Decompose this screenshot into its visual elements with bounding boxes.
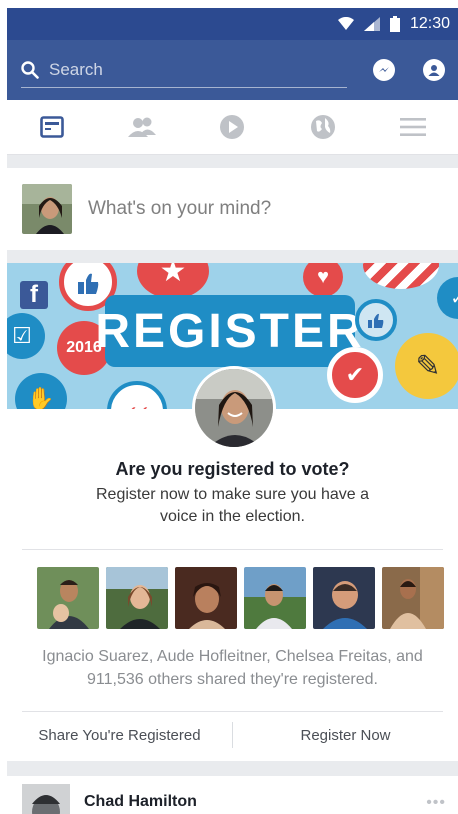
heart-badge: ♥ bbox=[303, 263, 343, 297]
status-time: 12:30 bbox=[409, 15, 450, 32]
feed-post: Chad Hamilton ••• bbox=[7, 776, 458, 814]
divider bbox=[22, 549, 443, 550]
arrow-badge: ✓ bbox=[437, 277, 458, 319]
feed-separator bbox=[7, 155, 458, 168]
status-bar: 12:30 bbox=[7, 8, 458, 40]
facebook-logo: f bbox=[20, 281, 48, 309]
friend-photo[interactable] bbox=[313, 567, 375, 629]
search-input[interactable] bbox=[49, 59, 319, 80]
composer-prompt: What's on your mind? bbox=[88, 198, 272, 219]
star-badge: ★ bbox=[137, 263, 209, 299]
globe-icon bbox=[310, 115, 335, 139]
hands-badge: ✋ bbox=[15, 373, 67, 409]
register-title: Are you registered to vote? bbox=[115, 459, 350, 479]
search-box[interactable] bbox=[21, 52, 347, 88]
post-author-name[interactable]: Chad Hamilton bbox=[84, 793, 197, 811]
friend-requests-icon[interactable] bbox=[423, 59, 445, 81]
battery-icon bbox=[389, 16, 400, 32]
stripes-badge bbox=[363, 263, 439, 289]
friend-photo[interactable] bbox=[175, 567, 237, 629]
register-subtitle: Register now to make sure you have a voi… bbox=[95, 486, 370, 525]
signal-icon bbox=[363, 17, 380, 31]
top-bar bbox=[7, 40, 458, 100]
feed-separator bbox=[7, 250, 458, 263]
register-banner-text: REGISTER bbox=[95, 295, 362, 367]
more-options-icon[interactable]: ••• bbox=[426, 794, 446, 812]
friend-photo[interactable] bbox=[106, 567, 168, 629]
tab-friends[interactable] bbox=[112, 102, 172, 152]
video-play-icon bbox=[220, 115, 245, 139]
friend-photos bbox=[37, 567, 444, 629]
voter-registration-card: f ★ ♥ ☑ 2016 REGISTER ✔ ✎ ✋ ✔✔ ✓ Are you… bbox=[7, 263, 458, 761]
tab-video[interactable] bbox=[202, 102, 262, 152]
friends-icon bbox=[128, 117, 157, 137]
feed-separator bbox=[7, 761, 458, 776]
search-icon bbox=[21, 60, 39, 79]
tab-news-feed[interactable] bbox=[22, 102, 82, 152]
share-registered-button[interactable]: Share You're Registered bbox=[7, 727, 232, 744]
card-actions: Share You're Registered Register Now bbox=[7, 710, 458, 760]
calendar-badge: ☑ bbox=[7, 313, 45, 359]
friend-photo[interactable] bbox=[382, 567, 444, 629]
pencil-badge: ✎ bbox=[395, 333, 458, 399]
news-feed-icon bbox=[40, 116, 64, 138]
post-author-avatar[interactable] bbox=[22, 784, 70, 814]
ballot-check-badge: ✔ bbox=[327, 347, 383, 403]
wifi-icon bbox=[337, 17, 354, 30]
messenger-icon[interactable] bbox=[373, 59, 395, 81]
friend-photo[interactable] bbox=[244, 567, 306, 629]
tab-notifications[interactable] bbox=[293, 102, 353, 152]
like-badge bbox=[355, 299, 397, 341]
tab-menu[interactable] bbox=[383, 102, 443, 152]
user-avatar bbox=[22, 184, 72, 234]
shared-registered-text: Ignacio Suarez, Aude Hofleitner, Chelsea… bbox=[42, 648, 423, 688]
checks-badge: ✔✔ bbox=[107, 381, 167, 409]
register-now-button[interactable]: Register Now bbox=[233, 727, 458, 744]
friend-photo[interactable] bbox=[37, 567, 99, 629]
status-composer[interactable]: What's on your mind? bbox=[7, 168, 458, 250]
tab-bar bbox=[7, 100, 458, 155]
hamburger-menu-icon bbox=[399, 118, 426, 136]
profile-avatar bbox=[192, 366, 276, 450]
